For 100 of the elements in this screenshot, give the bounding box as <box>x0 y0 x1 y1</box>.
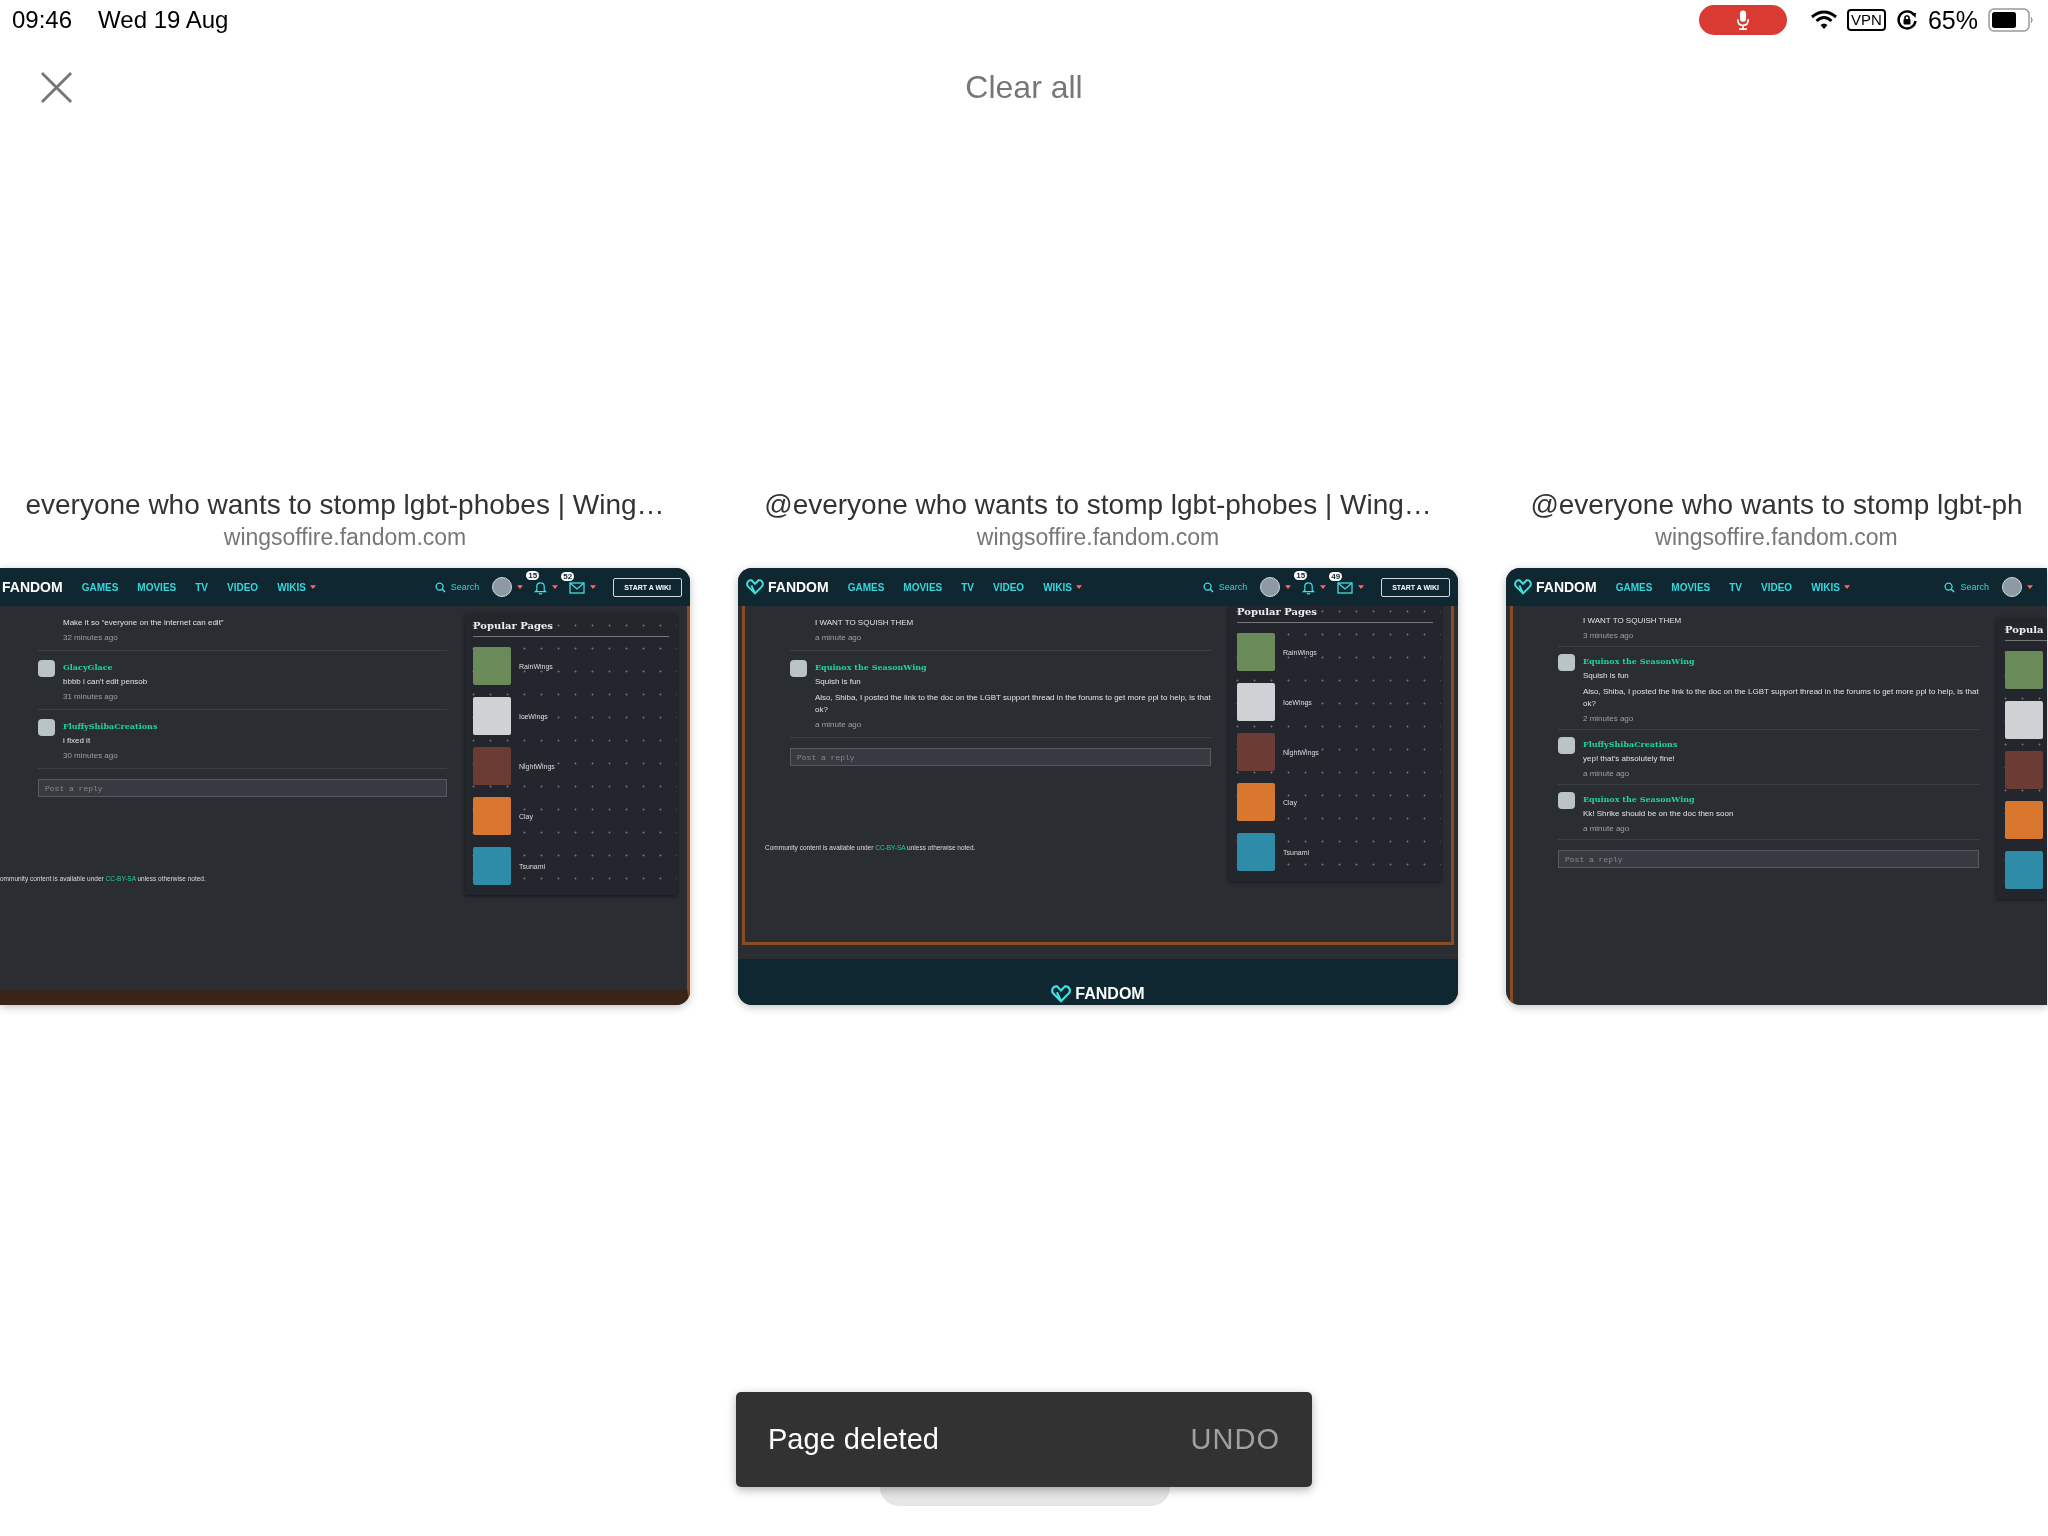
search-link[interactable]: Search <box>450 582 480 592</box>
heart-logo-icon <box>1051 985 1072 1003</box>
snackbar-message: Page deleted <box>768 1423 939 1456</box>
comment-text: yep! that's absolutely fine! <box>1583 753 1676 765</box>
comment-time: a minute ago <box>815 633 863 642</box>
comment-author[interactable]: GlacyGlace <box>63 662 148 672</box>
wifi-icon <box>1811 10 1838 30</box>
nav-link[interactable]: TV <box>195 581 209 593</box>
comment-author[interactable]: Equinox the SeasonWing <box>1583 656 1979 666</box>
nav-link[interactable]: VIDEO <box>993 581 1025 593</box>
tab-url: wingsoffire.fandom.com <box>1655 523 1898 551</box>
comment-time: 2 minutes ago <box>1583 714 1635 723</box>
tab-preview[interactable] <box>1506 568 2047 1005</box>
message-count: 52 <box>561 571 575 581</box>
comment-text: Squish is fun <box>1583 670 1630 682</box>
tab-title[interactable]: @everyone who wants to stomp lgbt-ph <box>1530 487 2023 523</box>
heart-logo-icon <box>1514 579 1532 595</box>
comment-author[interactable]: Equinox the SeasonWing <box>815 662 1211 672</box>
comment-author[interactable]: Equinox the SeasonWing <box>1583 794 1734 804</box>
search-link[interactable]: Search <box>1218 582 1248 592</box>
caret-icon[interactable] <box>517 585 524 589</box>
caret-icon[interactable] <box>590 585 597 589</box>
search-icon[interactable] <box>434 581 446 593</box>
nav-link[interactable]: GAMES <box>1615 581 1653 593</box>
bell-icon[interactable] <box>1302 579 1316 595</box>
nav-link[interactable]: MOVIES <box>903 581 943 593</box>
nav-link[interactable]: VIDEO <box>227 581 259 593</box>
message-count: 49 <box>1329 571 1343 581</box>
tab-preview[interactable] <box>738 568 1458 1005</box>
nav-link[interactable]: WIKIS <box>277 581 317 593</box>
caret-icon[interactable] <box>1285 585 1292 589</box>
microphone-icon <box>1736 9 1751 31</box>
comment-time: a minute ago <box>1583 824 1631 833</box>
nav-link[interactable]: TV <box>1729 581 1743 593</box>
search-icon[interactable] <box>1202 581 1214 593</box>
reply-field[interactable]: Post a reply <box>38 779 447 797</box>
caret-icon <box>1844 585 1851 589</box>
comment-time: 3 minutes ago <box>1583 631 1635 640</box>
comment-author[interactable]: FluffyShibaCreations <box>1583 739 1678 749</box>
user-avatar[interactable] <box>2002 577 2022 597</box>
search-link[interactable]: Search <box>1960 582 1989 592</box>
nav-link[interactable]: TV <box>961 581 975 593</box>
status-date: Wed 19 Aug <box>98 6 229 34</box>
tab-title[interactable]: @everyone who wants to stomp lgbt-phobes | Wing… <box>764 487 1432 523</box>
comment-text: bbbb i can't edit pensob <box>63 676 148 688</box>
undo-button[interactable]: UNDO <box>1190 1423 1280 1456</box>
caret-icon[interactable] <box>1358 585 1365 589</box>
reply-field[interactable]: Post a reply <box>790 748 1211 766</box>
caret-icon[interactable] <box>552 585 559 589</box>
comment-text: Make it so “everyone on the internet can edit” <box>63 617 224 629</box>
envelope-icon[interactable] <box>1337 580 1354 594</box>
nav-link[interactable]: MOVIES <box>1671 581 1711 593</box>
comment-time: 30 minutes ago <box>63 751 119 760</box>
tab-title[interactable]: everyone who wants to stomp lgbt-phobes | Wing… <box>25 487 665 523</box>
comment-text: i fixed it <box>63 735 92 747</box>
search-icon[interactable] <box>1944 581 1956 593</box>
notification-count: 15 <box>526 570 540 580</box>
tab-url: wingsoffire.fandom.com <box>223 523 467 551</box>
site-logo[interactable]: FANDOM <box>1075 985 1145 1003</box>
comment-author[interactable]: FluffyShibaCreations <box>63 721 158 731</box>
comment-time: a minute ago <box>815 720 863 729</box>
tab-url: wingsoffire.fandom.com <box>976 523 1220 551</box>
envelope-icon[interactable] <box>569 580 586 594</box>
comment-text: Also, Shiba, I posted the link to the doc on the LGBT support thread in the forums to get more ppl to help, is that ok? <box>1583 686 1979 710</box>
panel-title: Popular Pages <box>473 620 669 637</box>
comment-time: a minute ago <box>1583 769 1631 778</box>
nav-link[interactable]: VIDEO <box>1761 581 1793 593</box>
nav-link[interactable]: GAMES <box>81 581 119 593</box>
site-logo[interactable]: FANDOM <box>746 579 829 595</box>
nav-link[interactable]: WIKIS <box>1811 581 1851 593</box>
panel-title: Popular Pages <box>1237 606 1433 623</box>
nav-link[interactable]: MOVIES <box>137 581 177 593</box>
rotation-lock-icon <box>1895 9 1918 31</box>
comment-text: Squish is fun <box>815 676 862 688</box>
heart-logo-icon <box>746 579 764 595</box>
nav-link[interactable]: GAMES <box>847 581 885 593</box>
caret-icon <box>1076 585 1083 589</box>
close-icon[interactable] <box>40 71 73 104</box>
tab-preview[interactable] <box>0 568 690 1005</box>
clear-all-button[interactable]: Clear all <box>965 69 1083 106</box>
comment-text: Also, Shiba, I posted the link to the doc on the LGBT support thread in the forums to get more ppl to help, is that ok? <box>815 692 1211 716</box>
comment-time: 31 minutes ago <box>63 692 119 701</box>
comment-time: 32 minutes ago <box>63 633 119 642</box>
caret-icon[interactable] <box>2027 585 2033 589</box>
user-avatar[interactable] <box>1260 577 1281 597</box>
reply-field[interactable]: Post a reply <box>1558 850 1979 868</box>
status-time: 09:46 <box>12 6 73 34</box>
user-avatar[interactable] <box>492 577 513 597</box>
battery-icon <box>1988 8 2034 32</box>
bell-icon[interactable] <box>534 579 548 595</box>
comment-text: I WANT TO SQUISH THEM <box>1583 615 1682 627</box>
site-logo[interactable]: FANDOM <box>2 579 63 595</box>
panel-title: Popula <box>2005 624 2047 641</box>
caret-icon <box>310 585 317 589</box>
site-logo[interactable]: FANDOM <box>1514 579 1597 595</box>
nav-link[interactable]: WIKIS <box>1043 581 1083 593</box>
caret-icon[interactable] <box>1320 585 1327 589</box>
comment-text: I WANT TO SQUISH THEM <box>815 617 914 629</box>
comment-text: Kk! Shrike should be on the doc then soon <box>1583 808 1734 820</box>
battery-percentage: 65% <box>1927 5 1978 35</box>
